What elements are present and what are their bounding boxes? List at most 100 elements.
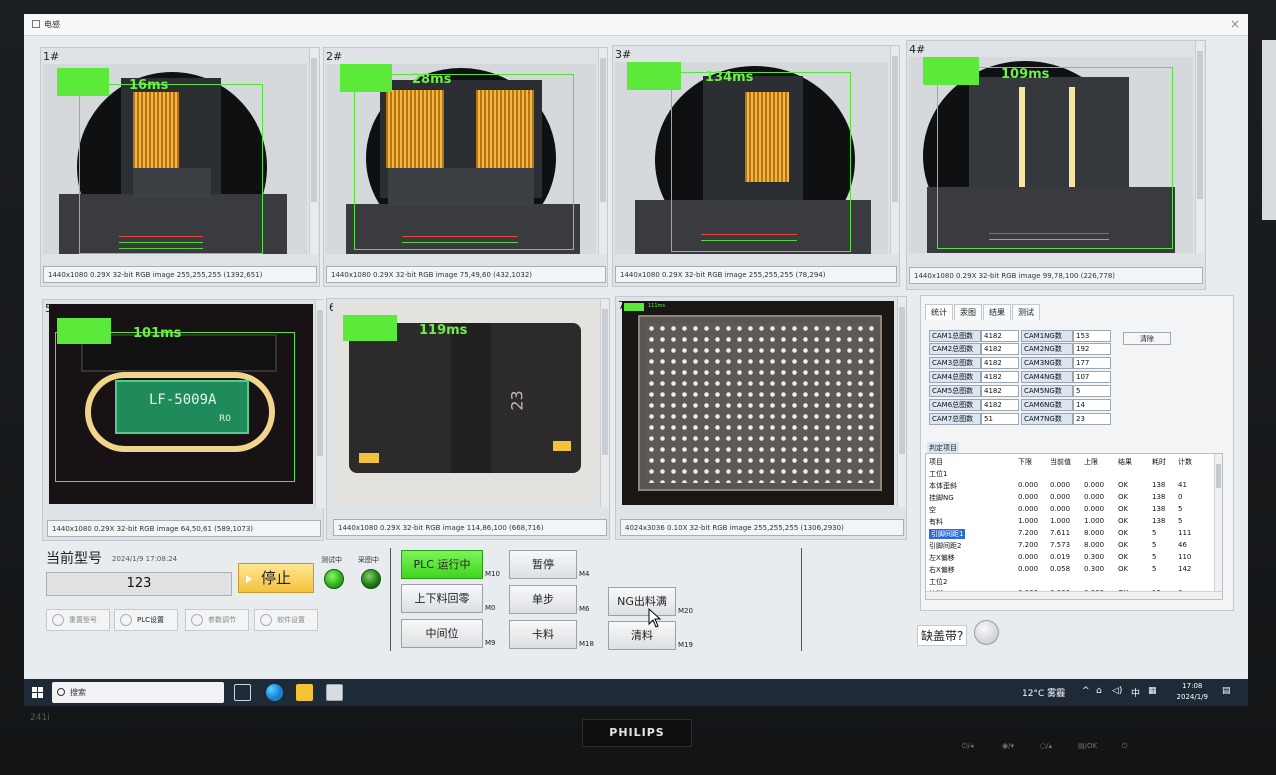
table-cell: 工位1 <box>929 470 948 478</box>
camera-image[interactable]: 109ms <box>909 57 1193 253</box>
cam-ng-label: CAM7NG数 <box>1021 413 1073 425</box>
camera-image[interactable]: 111ms <box>622 301 894 505</box>
middle-position-button[interactable]: 中间位 <box>401 619 483 648</box>
table-cell: 8.000 <box>1084 541 1105 549</box>
jam-button[interactable]: 卡料 <box>509 620 577 649</box>
table-row[interactable]: 有料 1.000 1.000 1.000 OK 138 5 <box>926 516 1216 527</box>
tab-stats[interactable]: 统计 <box>925 304 953 320</box>
camera-image[interactable]: 28ms <box>326 64 596 254</box>
table-cell: 0.000 <box>1018 481 1039 489</box>
volume-icon[interactable]: ◁) <box>1112 686 1122 696</box>
window-titlebar: 电感 × <box>24 14 1248 36</box>
table-cell: 0.000 <box>1018 553 1039 561</box>
tab-capture[interactable]: 汞图 <box>954 304 982 320</box>
table-cell: 挂脚NG <box>929 494 954 502</box>
vertical-scrollbar[interactable] <box>315 300 324 508</box>
table-cell: 0.019 <box>1050 553 1071 561</box>
close-icon[interactable]: × <box>1230 17 1240 31</box>
edge-browser-icon[interactable] <box>266 684 283 701</box>
reset-model-button[interactable]: 重置型号 <box>46 609 110 631</box>
plc-settings-button[interactable]: PLC设置 <box>114 609 178 631</box>
camera-panel-5: 5# LF-5009A R0 101ms 1440x1080 0.29X 32-… <box>42 299 324 541</box>
weather-widget[interactable]: 12°C 雾霾 <box>1022 686 1065 699</box>
ng-bin-full-button[interactable]: NG出料满 <box>608 587 676 616</box>
table-row[interactable]: 工位1 <box>926 468 1216 479</box>
inspection-time: 109ms <box>1001 67 1050 82</box>
power-icon[interactable]: ⏻ <box>1122 742 1128 751</box>
table-row[interactable]: 空 0.000 0.000 0.000 OK 138 5 <box>926 504 1216 515</box>
monitor-adjust-button-icon[interactable]: ○/▴ <box>1040 742 1052 750</box>
divider <box>801 548 802 651</box>
tab-result[interactable]: 结果 <box>983 304 1011 320</box>
file-explorer-icon[interactable] <box>296 684 313 701</box>
table-cell: 0.058 <box>1050 565 1071 573</box>
table-horizontal-scrollbar[interactable] <box>926 591 1222 599</box>
cam-ng-value: 23 <box>1073 413 1111 425</box>
status-indicator <box>923 57 979 85</box>
camera-image[interactable]: LF-5009A R0 101ms <box>49 304 313 504</box>
plc-code: M18 <box>579 640 594 648</box>
vertical-scrollbar[interactable] <box>1195 41 1204 253</box>
pause-button[interactable]: 暂停 <box>509 550 577 579</box>
table-cell: 0.000 <box>1084 481 1105 489</box>
table-row[interactable]: 引脚间距1 7.200 7.611 8.000 OK 5 111 <box>926 528 1216 539</box>
table-cell: 右X偏移 <box>929 566 955 574</box>
table-row[interactable]: 右X偏移 0.000 0.058 0.300 OK 5 142 <box>926 564 1216 575</box>
gear-icon <box>260 614 272 626</box>
monitor-input-button-icon[interactable]: ⏻/◂ <box>962 742 973 751</box>
table-row[interactable]: 工位2 <box>926 576 1216 587</box>
monitor-ok-button-icon[interactable]: ▤/OK <box>1078 742 1097 750</box>
ime-mode-icon[interactable]: ▦ <box>1148 686 1157 696</box>
table-row[interactable]: 左X偏移 0.000 0.019 0.300 OK 5 110 <box>926 552 1216 563</box>
inspection-app-icon[interactable] <box>326 684 343 701</box>
table-cell: 空 <box>929 506 936 514</box>
cam-ng-value: 192 <box>1073 343 1111 355</box>
network-icon[interactable]: ⌂ <box>1096 686 1102 696</box>
table-cell: 1.000 <box>1018 517 1039 525</box>
plc-code: M20 <box>678 607 693 615</box>
camera-image[interactable]: 16ms <box>43 64 307 254</box>
statistics-panel: 统计 汞图 结果 测试 CAM1总图数 4182 CAM1NG数 153 CAM2总图… <box>920 295 1234 611</box>
table-cell: 0 <box>1178 493 1183 501</box>
image-info-bar: 4024x3036 0.10X 32-bit RGB image 255,255… <box>620 519 904 536</box>
table-row[interactable]: 本体歪斜 0.000 0.000 0.000 OK 138 41 <box>926 480 1216 491</box>
camera-image[interactable]: 134ms <box>615 62 888 254</box>
parameter-adjust-button[interactable]: 参数调节 <box>185 609 249 631</box>
clear-material-button[interactable]: 清料 <box>608 621 676 650</box>
windows-start-icon[interactable] <box>32 687 43 698</box>
ime-indicator[interactable]: 中 <box>1131 686 1140 699</box>
cam-total-label: CAM1总图数 <box>929 330 981 342</box>
cam-ng-value: 5 <box>1073 385 1111 397</box>
camera-image[interactable]: 23 119ms <box>333 303 597 503</box>
table-row[interactable]: 引脚间距2 7.200 7.573 8.000 OK 5 46 <box>926 540 1216 551</box>
current-model-value[interactable]: 123 <box>46 572 232 596</box>
table-row[interactable]: 挂脚NG 0.000 0.000 0.000 OK 138 0 <box>926 492 1216 503</box>
task-view-icon[interactable] <box>234 684 251 701</box>
plc-running-button[interactable]: PLC 运行中 <box>401 550 483 579</box>
table-cell: 0.000 <box>1018 493 1039 501</box>
inspection-time: 134ms <box>705 70 754 85</box>
missing-tape-indicator <box>974 620 999 645</box>
table-cell: 引脚间距2 <box>929 542 962 550</box>
tray-chevron-icon[interactable]: ^ <box>1082 686 1090 696</box>
vertical-scrollbar[interactable] <box>309 48 318 254</box>
camera-panel-1: 1# 16ms 1440x1080 0.29X 32-bit RGB image… <box>40 47 320 287</box>
table-vertical-scrollbar[interactable] <box>1214 454 1222 593</box>
tab-test[interactable]: 测试 <box>1012 304 1040 320</box>
software-settings-button[interactable]: 软件设置 <box>254 609 318 631</box>
vertical-scrollbar[interactable] <box>897 297 906 507</box>
monitor-menu-button-icon[interactable]: ◉/▾ <box>1002 742 1014 750</box>
clock[interactable]: 17:08 2024/1/9 <box>1177 681 1208 703</box>
notification-icon[interactable]: ▤ <box>1222 686 1231 696</box>
single-step-button[interactable]: 单步 <box>509 585 577 614</box>
vertical-scrollbar[interactable] <box>598 48 607 254</box>
stop-button[interactable]: 停止 <box>238 563 314 593</box>
vertical-scrollbar[interactable] <box>890 46 899 254</box>
vertical-scrollbar[interactable] <box>600 299 609 507</box>
background-wall <box>1262 40 1276 220</box>
clear-button[interactable]: 清除 <box>1123 332 1171 345</box>
cam-total-value: 4182 <box>981 343 1019 355</box>
home-loader-button[interactable]: 上下料回零 <box>401 584 483 613</box>
table-cell: 本体歪斜 <box>929 482 957 490</box>
taskbar-search[interactable]: 搜索 <box>52 682 224 703</box>
